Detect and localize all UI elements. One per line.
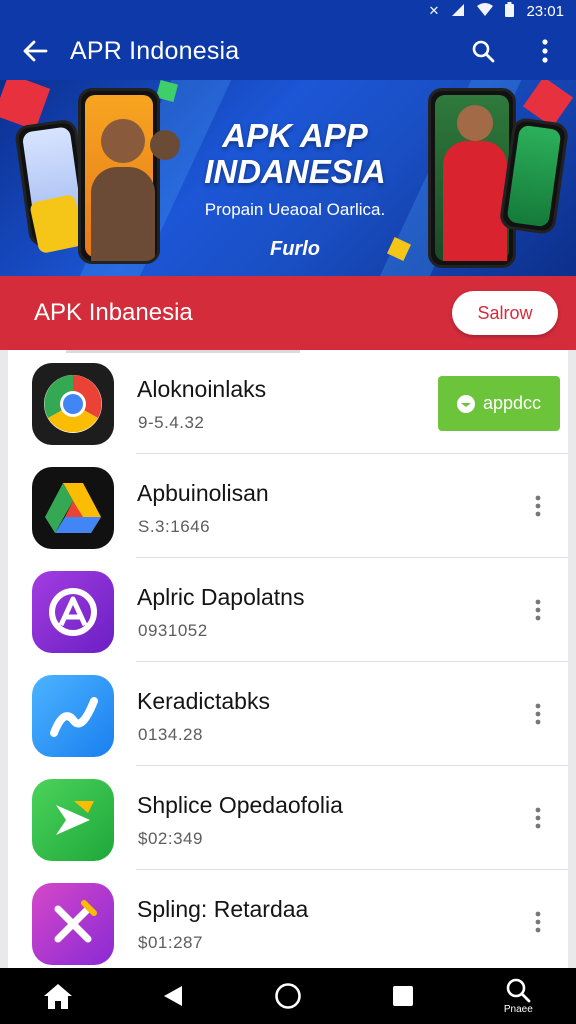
banner-title-line2: INDANESIA: [204, 153, 386, 190]
app-bar: APR Indonesia: [0, 22, 576, 80]
more-vert-icon[interactable]: [514, 22, 576, 80]
more-vert-icon[interactable]: [522, 798, 554, 838]
green-arrow-icon: [32, 779, 114, 861]
page-title: APR Indonesia: [70, 36, 240, 65]
more-vert-icon[interactable]: [522, 902, 554, 942]
square-icon[interactable]: [368, 968, 438, 1024]
app-version: S.3:1646: [138, 517, 211, 536]
list-item[interactable]: Spling: Retardaa $01:287: [8, 870, 568, 968]
more-vert-icon[interactable]: [522, 694, 554, 734]
app-list: Aloknoinlaks 9-5.4.32 appdcc Apbuinolisa…: [8, 350, 568, 968]
more-vert-icon[interactable]: [522, 590, 554, 630]
purple-a-icon: [32, 571, 114, 653]
home-icon[interactable]: [23, 968, 93, 1024]
promo-banner[interactable]: APK APP INDANESIA Propain Ueaoal Oarlica…: [0, 80, 576, 276]
section-title: APK Inbanesia: [34, 299, 193, 326]
arrow-left-icon[interactable]: [0, 22, 70, 80]
person-figure: [150, 130, 180, 160]
app-name: Apbuinolisan: [137, 480, 269, 506]
nav-search-button[interactable]: Pnaee: [483, 968, 553, 1024]
app-name: Shplice Opedaofolia: [137, 792, 343, 818]
section-action-button[interactable]: Salrow: [452, 291, 558, 335]
list-item[interactable]: Keradictabks 0134.28: [8, 662, 568, 766]
nfc-icon: ✕: [428, 3, 440, 18]
app-name: Aplric Dapolatns: [137, 584, 305, 610]
circle-icon[interactable]: [253, 968, 323, 1024]
app-name: Spling: Retardaa: [137, 896, 309, 922]
install-button[interactable]: appdcc: [438, 376, 560, 431]
section-header: APK Inbanesia Salrow: [0, 276, 576, 350]
system-nav-bar: Pnaee: [0, 968, 576, 1024]
list-item[interactable]: Shplice Opedaofolia $02:349: [8, 766, 568, 870]
list-item[interactable]: Aloknoinlaks 9-5.4.32 appdcc: [8, 350, 568, 454]
blue-swoosh-icon: [32, 675, 114, 757]
install-label: appdcc: [482, 393, 542, 413]
pink-x-icon: [32, 883, 114, 965]
search-icon[interactable]: [452, 22, 514, 80]
download-icon: [456, 394, 475, 413]
app-version: 9-5.4.32: [138, 413, 205, 432]
status-time: 23:01: [526, 2, 564, 20]
wifi-icon: [477, 3, 494, 19]
app-version: $01:287: [138, 933, 203, 952]
app-version: $02:349: [138, 829, 203, 848]
phone-mockup: [428, 88, 516, 268]
battery-icon: [505, 2, 515, 20]
banner-title: APK APP INDANESIA: [190, 118, 400, 190]
app-version: 0134.28: [138, 725, 203, 744]
signal-icon: [451, 3, 465, 20]
banner-brand: Furlo: [270, 238, 320, 260]
nav-search-label: Pnaee: [503, 1004, 533, 1015]
more-vert-icon[interactable]: [522, 486, 554, 526]
back-triangle-icon[interactable]: [138, 968, 208, 1024]
list-item[interactable]: Apbuinolisan S.3:1646: [8, 454, 568, 558]
app-name: Aloknoinlaks: [137, 376, 267, 402]
drive-triangle-icon: [32, 467, 114, 549]
app-version: 0931052: [138, 621, 208, 640]
status-bar: ✕ 23:01: [0, 0, 576, 22]
chrome-style-icon: [32, 363, 114, 445]
app-name: Keradictabks: [137, 688, 270, 714]
phone-mockup: [78, 88, 160, 264]
banner-tagline: Propain Ueaoal Oarlica.: [204, 200, 386, 219]
search-icon: [507, 978, 531, 1003]
banner-title-line1: APK APP: [222, 117, 368, 154]
list-item[interactable]: Aplric Dapolatns 0931052: [8, 558, 568, 662]
